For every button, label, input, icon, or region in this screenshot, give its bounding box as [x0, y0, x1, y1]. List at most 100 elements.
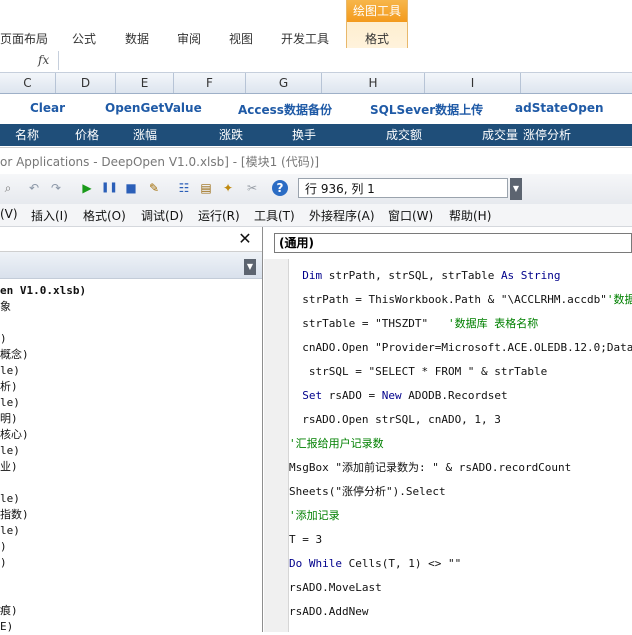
- tree-item[interactable]: 明): [0, 411, 262, 427]
- tab-page-layout[interactable]: 页面布局: [0, 30, 48, 48]
- tree-item[interactable]: ): [0, 331, 262, 347]
- window-title: or Applications - DeepOpen V1.0.xlsb] - …: [0, 155, 320, 169]
- code-line[interactable]: strPath = ThisWorkbook.Path & "\ACCLRHM.…: [289, 289, 632, 311]
- column-header-c[interactable]: C: [0, 73, 56, 93]
- find-icon[interactable]: ⌕: [0, 180, 16, 196]
- project-pane-header: ✕: [0, 227, 262, 252]
- open-get-value-button[interactable]: OpenGetValue: [105, 101, 202, 115]
- column-header-j[interactable]: [521, 73, 632, 93]
- menu-tools[interactable]: 工具(T): [254, 207, 295, 224]
- code-line[interactable]: T = 3: [289, 529, 322, 551]
- adstateopen-button[interactable]: adStateOpen: [515, 101, 604, 115]
- code-line[interactable]: strTable = "THSZDT" '数据库 表格名称: [289, 313, 538, 335]
- header-limit-analysis[interactable]: 涨停分析: [523, 124, 571, 146]
- code-line[interactable]: '添加记录: [289, 505, 340, 527]
- object-browser-icon[interactable]: ✦: [220, 180, 236, 196]
- header-price[interactable]: 价格: [75, 124, 99, 146]
- tree-item[interactable]: E): [0, 619, 262, 635]
- tree-item[interactable]: 指数): [0, 507, 262, 523]
- code-margin-indicator-bar[interactable]: [264, 259, 289, 632]
- project-explorer-icon[interactable]: ☷: [176, 180, 192, 196]
- fx-icon[interactable]: fx: [38, 53, 49, 67]
- object-dropdown[interactable]: (通用): [274, 233, 632, 253]
- column-header-d[interactable]: D: [56, 73, 116, 93]
- tree-item[interactable]: 析): [0, 379, 262, 395]
- code-line[interactable]: Set rsADO = New ADODB.Recordset: [289, 385, 507, 407]
- undo-icon[interactable]: ↶: [26, 180, 42, 196]
- menu-help[interactable]: 帮助(H): [449, 207, 491, 224]
- tree-item[interactable]: le): [0, 523, 262, 539]
- pause-icon[interactable]: ❚❚: [101, 180, 118, 196]
- sqlserver-upload-button[interactable]: SQLSever数据上传: [370, 101, 483, 118]
- redo-icon[interactable]: ↷: [48, 180, 64, 196]
- toolbar-overflow-icon[interactable]: ▼: [510, 178, 522, 200]
- menu-format[interactable]: 格式(O): [83, 207, 126, 224]
- code-line[interactable]: rsADO.Open strSQL, cnADO, 1, 3: [289, 409, 501, 431]
- header-name[interactable]: 名称: [15, 124, 39, 146]
- tree-item[interactable]: 象: [0, 299, 262, 315]
- header-amount[interactable]: 成交额: [386, 124, 422, 146]
- code-text: strSQL = "SELECT * FROM " & strTable: [289, 365, 548, 378]
- tree-item[interactable]: 核心): [0, 427, 262, 443]
- header-volume[interactable]: 成交量: [482, 124, 518, 146]
- menu-addins[interactable]: 外接程序(A): [309, 207, 375, 224]
- column-header-i[interactable]: I: [425, 73, 521, 93]
- code-line[interactable]: rsADO.MoveLast: [289, 577, 382, 599]
- access-backup-button[interactable]: Access数据备份: [238, 101, 332, 118]
- tree-item[interactable]: [0, 475, 262, 491]
- menu-insert[interactable]: 插入(I): [31, 207, 68, 224]
- tab-data[interactable]: 数据: [125, 30, 149, 48]
- project-tree: en V1.0.xlsb) 象) 概念) le) 析) le) 明) 核心) le) 业) le) 指…: [0, 283, 262, 635]
- design-mode-icon[interactable]: ✎: [146, 180, 162, 196]
- column-header-g[interactable]: G: [246, 73, 322, 93]
- column-header-f[interactable]: F: [174, 73, 246, 93]
- tree-item[interactable]: 业): [0, 459, 262, 475]
- close-icon[interactable]: ✕: [236, 230, 254, 248]
- clear-button[interactable]: Clear: [30, 101, 65, 115]
- code-text: rsADO.AddNew: [289, 605, 369, 618]
- tree-item[interactable]: [0, 571, 262, 587]
- tree-item[interactable]: le): [0, 491, 262, 507]
- project-root-item[interactable]: en V1.0.xlsb): [0, 283, 262, 299]
- code-line[interactable]: Do While Cells(T, 1) <> "": [289, 553, 461, 575]
- menu-run[interactable]: 运行(R): [198, 207, 240, 224]
- tree-item[interactable]: ): [0, 539, 262, 555]
- code-line[interactable]: Dim strPath, strSQL, strTable As String: [289, 265, 560, 287]
- tree-item[interactable]: 痕): [0, 603, 262, 619]
- code-editor[interactable]: Dim strPath, strSQL, strTable As String …: [289, 259, 632, 632]
- tree-item[interactable]: 概念): [0, 347, 262, 363]
- header-change-pct[interactable]: 涨幅: [133, 124, 157, 146]
- column-header-e[interactable]: E: [116, 73, 174, 93]
- code-line[interactable]: Sheets("涨停分析").Select: [289, 481, 446, 503]
- header-change[interactable]: 涨跌: [219, 124, 243, 146]
- header-turnover[interactable]: 换手: [292, 124, 316, 146]
- help-icon[interactable]: ?: [272, 180, 288, 196]
- toolbox-icon[interactable]: ✂: [244, 180, 260, 196]
- menu-debug[interactable]: 调试(D): [141, 207, 184, 224]
- tree-item[interactable]: le): [0, 363, 262, 379]
- menu-view[interactable]: (V): [0, 207, 18, 221]
- properties-icon[interactable]: ▤: [198, 180, 214, 196]
- tab-formulas[interactable]: 公式: [72, 30, 96, 48]
- tree-item[interactable]: le): [0, 395, 262, 411]
- tree-item[interactable]: [0, 315, 262, 331]
- play-icon[interactable]: ▶: [79, 180, 95, 196]
- tree-item[interactable]: le): [0, 443, 262, 459]
- tab-format[interactable]: 格式: [347, 30, 407, 47]
- code-line[interactable]: cnADO.Open "Provider=Microsoft.ACE.OLEDB…: [289, 337, 632, 359]
- code-line[interactable]: rsADO.AddNew: [289, 601, 368, 623]
- code-line[interactable]: strSQL = "SELECT * FROM " & strTable: [289, 361, 547, 383]
- tab-developer[interactable]: 开发工具: [281, 30, 329, 48]
- chevron-down-icon[interactable]: ▼: [244, 259, 256, 275]
- code-line[interactable]: MsgBox "添加前记录数为: " & rsADO.recordCount: [289, 457, 571, 479]
- tab-view[interactable]: 视图: [229, 30, 253, 48]
- stop-icon[interactable]: ■: [123, 180, 139, 196]
- tree-item[interactable]: [0, 587, 262, 603]
- code-line[interactable]: '汇报给用户记录数: [289, 433, 384, 455]
- tree-item[interactable]: ): [0, 555, 262, 571]
- formula-input[interactable]: [58, 51, 632, 70]
- menu-window[interactable]: 窗口(W): [388, 207, 433, 224]
- column-header-h[interactable]: H: [322, 73, 425, 93]
- tab-review[interactable]: 审阅: [177, 30, 201, 48]
